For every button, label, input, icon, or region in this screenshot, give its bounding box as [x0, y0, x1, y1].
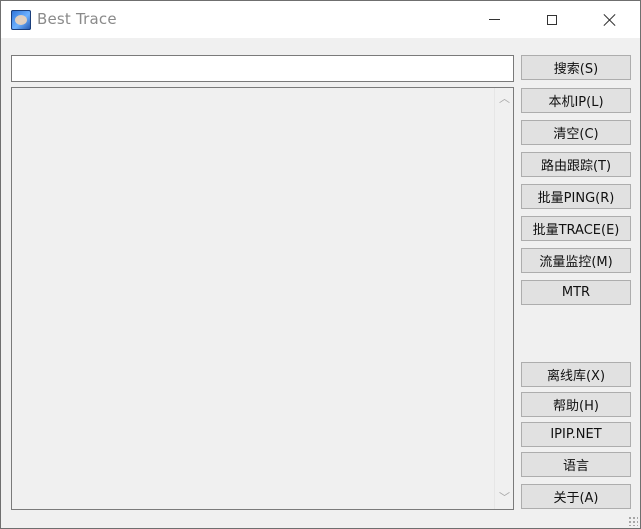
- language-button[interactable]: 语言: [521, 452, 631, 477]
- scroll-down-icon[interactable]: ﹀: [499, 492, 510, 503]
- ipip-net-button[interactable]: IPIP.NET: [521, 422, 631, 447]
- window-title: Best Trace: [37, 10, 117, 28]
- clear-button[interactable]: 清空(C): [521, 120, 631, 145]
- scroll-up-icon[interactable]: ︿: [499, 93, 510, 104]
- output-scrollbar[interactable]: ︿ ﹀: [494, 88, 513, 509]
- close-icon: [603, 13, 617, 27]
- close-button[interactable]: [587, 1, 633, 38]
- output-textarea[interactable]: ︿ ﹀: [11, 87, 514, 510]
- local-ip-button[interactable]: 本机IP(L): [521, 88, 631, 113]
- resize-grip-icon[interactable]: [628, 516, 638, 526]
- traffic-monitor-button[interactable]: 流量监控(M): [521, 248, 631, 273]
- search-button[interactable]: 搜索(S): [521, 55, 631, 80]
- main-window: Best Trace ︿ ﹀ 搜索(S) 本机IP(L) 清空(C) 路由跟踪(…: [0, 0, 641, 529]
- route-trace-button[interactable]: 路由跟踪(T): [521, 152, 631, 177]
- maximize-button[interactable]: [529, 1, 575, 38]
- about-button[interactable]: 关于(A): [521, 484, 631, 509]
- batch-trace-button[interactable]: 批量TRACE(E): [521, 216, 631, 241]
- batch-ping-button[interactable]: 批量PING(R): [521, 184, 631, 209]
- maximize-icon: [547, 14, 557, 25]
- minimize-button[interactable]: [471, 1, 517, 38]
- search-input[interactable]: [11, 55, 514, 82]
- help-button[interactable]: 帮助(H): [521, 392, 631, 417]
- mtr-button[interactable]: MTR: [521, 280, 631, 305]
- offline-db-button[interactable]: 离线库(X): [521, 362, 631, 387]
- minimize-icon: [488, 19, 500, 20]
- app-icon: [11, 10, 31, 30]
- title-bar[interactable]: Best Trace: [1, 1, 640, 38]
